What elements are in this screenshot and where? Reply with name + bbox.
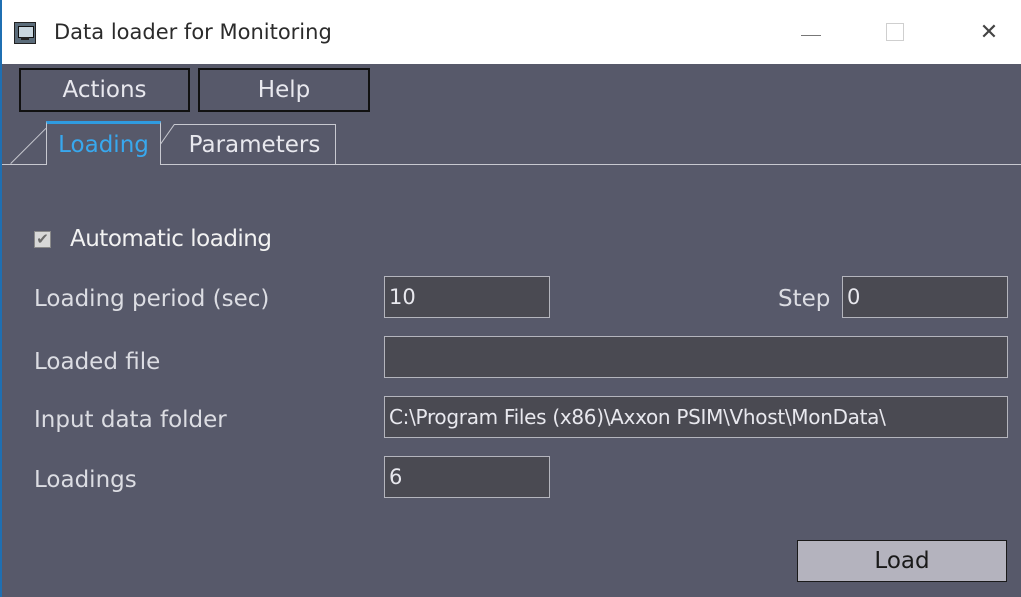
title-bar: Data loader for Monitoring ✕: [2, 0, 1021, 64]
maximize-button[interactable]: [872, 10, 918, 54]
minimize-button[interactable]: [788, 10, 834, 54]
input-folder-label: Input data folder: [34, 407, 227, 433]
tab-parameters[interactable]: Parameters: [174, 124, 336, 164]
load-button[interactable]: Load: [797, 540, 1007, 582]
loadings-label: Loadings: [34, 467, 137, 493]
close-button[interactable]: ✕: [966, 10, 1012, 54]
tab-edge-divider: [10, 127, 47, 164]
loadings-input[interactable]: [384, 456, 550, 498]
tab-loading[interactable]: Loading: [46, 121, 161, 165]
loading-period-input[interactable]: [384, 276, 550, 318]
loading-period-label: Loading period (sec): [34, 286, 270, 312]
step-input[interactable]: [842, 276, 1008, 318]
main-panel: Actions Help Loading Parameters ✔ Automa…: [2, 64, 1021, 597]
help-menu-button[interactable]: Help: [198, 68, 370, 112]
loaded-file-input[interactable]: [384, 336, 1008, 378]
monitor-icon[interactable]: [14, 22, 36, 44]
loaded-file-label: Loaded file: [34, 349, 161, 375]
step-label: Step: [778, 286, 831, 312]
actions-menu-button[interactable]: Actions: [19, 68, 190, 112]
window-title: Data loader for Monitoring: [54, 20, 332, 44]
input-folder-input[interactable]: [384, 396, 1008, 438]
automatic-loading-label: Automatic loading: [70, 226, 272, 252]
maximize-icon: [886, 23, 904, 41]
app-window: Data loader for Monitoring ✕ Actions Hel…: [0, 0, 1021, 597]
minimize-icon: [801, 34, 821, 36]
close-icon: ✕: [979, 19, 999, 44]
automatic-loading-checkbox[interactable]: ✔: [34, 231, 51, 248]
